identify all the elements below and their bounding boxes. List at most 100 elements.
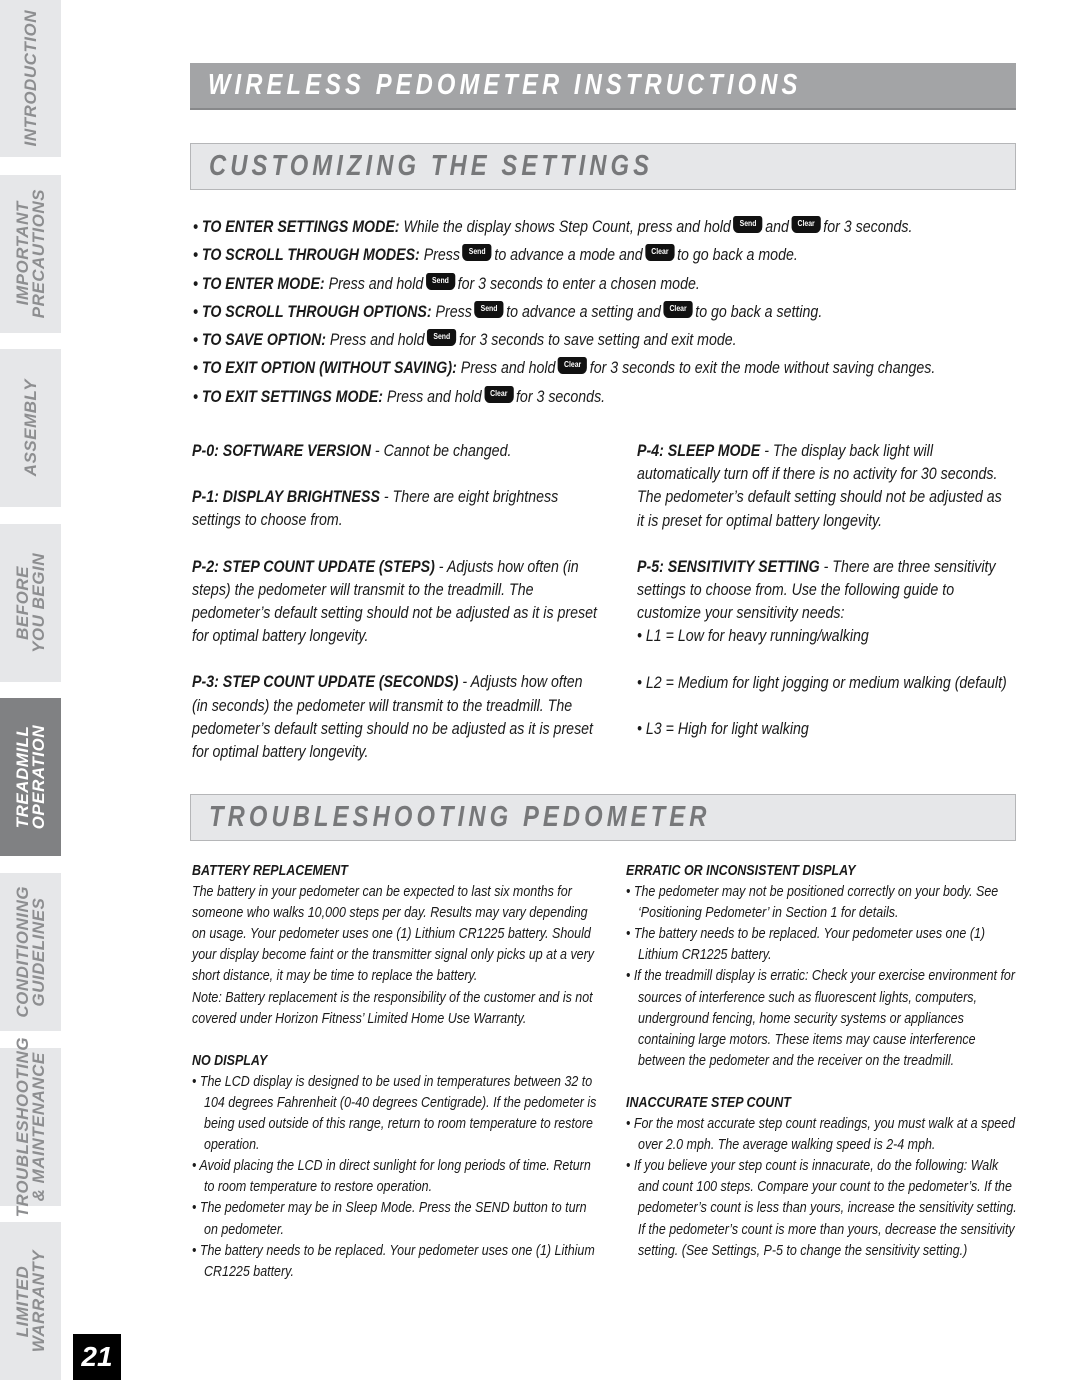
instruction-text: to advance a mode and — [494, 246, 643, 265]
clear-key-icon: Clear — [557, 357, 588, 375]
clear-key-icon: Clear — [484, 385, 514, 403]
instruction-text: While the display shows Step Count, pres… — [399, 218, 731, 236]
inaccurate-bullet: • If you believe your step count is inna… — [626, 1158, 1017, 1259]
instruction-text: for 3 seconds to exit the mode without s… — [589, 359, 936, 378]
instruction-text: Press — [419, 246, 460, 265]
instruction-label: • TO SCROLL THROUGH OPTIONS: — [193, 302, 432, 321]
instruction-text: for 3 seconds to save setting and exit m… — [458, 331, 737, 350]
setting-p3: P-3: STEP COUNT UPDATE (SECONDS) - Adjus… — [192, 671, 601, 764]
instruction-item: • TO SCROLL THROUGH OPTIONS: Press Send to… — [193, 299, 898, 327]
troubleshooting-column-right: ERRATIC OR INCONSISTENT DISPLAY • The pe… — [626, 861, 1018, 1262]
setting-code: P-2: STEP COUNT UPDATE (STEPS) — [192, 557, 435, 576]
setting-p1: P-1: DISPLAY BRIGHTNESS - There are eigh… — [192, 486, 601, 532]
settings-column-left: P-0: SOFTWARE VERSION - Cannot be change… — [192, 440, 602, 787]
section-heading-customizing: CUSTOMIZING THE SETTINGS — [190, 143, 1016, 190]
sensitivity-level: • L3 = High for light walking — [637, 719, 809, 738]
erratic-bullet: • The pedometer may not be positioned co… — [626, 884, 999, 922]
tab-label: TREADMILL OPERATION — [12, 724, 48, 830]
no-display-bullet: • The pedometer may be in Sleep Mode. Pr… — [192, 1200, 587, 1238]
setting-p4: P-4: SLEEP MODE - The display back light… — [637, 440, 1011, 533]
battery-note: Note: Battery replacement is the respons… — [192, 989, 593, 1027]
no-display-heading: NO DISPLAY — [192, 1052, 268, 1069]
instruction-item: • TO EXIT SETTINGS MODE: Press and hold C… — [193, 384, 898, 412]
no-display-bullet: • Avoid placing the LCD in direct sunlig… — [192, 1158, 591, 1196]
tab-before-you-begin[interactable]: BEFORE YOU BEGIN — [0, 524, 61, 682]
tab-conditioning-guidelines[interactable]: CONDITIONING GUIDELINES — [0, 873, 61, 1031]
section-title: TROUBLESHOOTING PEDOMETER — [209, 801, 711, 833]
setting-code: P-5: SENSITIVITY SETTING — [637, 557, 820, 576]
instruction-item: • TO SCROLL THROUGH MODES: Press Send to a… — [193, 242, 898, 270]
instruction-text: to advance a setting and — [506, 302, 661, 321]
instruction-label: • TO ENTER MODE: — [193, 274, 325, 293]
setting-code: P-4: SLEEP MODE — [637, 442, 761, 460]
setting-code: P-3: STEP COUNT UPDATE (SECONDS) — [192, 673, 459, 692]
tab-label: ASSEMBLY — [20, 379, 40, 477]
instruction-label: • TO SAVE OPTION: — [193, 331, 326, 350]
settings-column-right: P-4: SLEEP MODE - The display back light… — [637, 440, 1012, 764]
section-title: CUSTOMIZING THE SETTINGS — [209, 150, 654, 182]
tab-important-precautions[interactable]: IMPORTANT PRECAUTIONS — [0, 175, 61, 333]
instruction-text: Press and hold — [324, 274, 424, 293]
setting-code: P-1: DISPLAY BRIGHTNESS — [192, 488, 380, 507]
sensitivity-level: • L1 = Low for heavy running/walking — [637, 627, 869, 646]
inaccurate-bullet: • For the most accurate step count readi… — [626, 1116, 1016, 1154]
tab-label: IMPORTANT PRECAUTIONS — [12, 189, 48, 319]
instruction-text: Press and hold — [325, 331, 425, 350]
battery-heading: BATTERY REPLACEMENT — [192, 863, 348, 879]
tab-label: LIMITED WARRANTY — [12, 1249, 48, 1353]
tab-label: BEFORE YOU BEGIN — [12, 553, 48, 653]
instruction-text: for 3 seconds to enter a chosen mode. — [457, 274, 700, 293]
instruction-label: • TO EXIT SETTINGS MODE: — [193, 387, 383, 406]
no-display-bullet: • The battery needs to be replaced. Your… — [192, 1242, 595, 1280]
clear-key-icon: Clear — [791, 216, 821, 233]
setting-code: P-0: SOFTWARE VERSION — [192, 442, 371, 460]
tab-limited-warranty[interactable]: LIMITED WARRANTY — [0, 1222, 61, 1380]
instruction-list: • TO ENTER SETTINGS MODE: While the disp… — [193, 214, 1013, 412]
instruction-label: • TO EXIT OPTION (WITHOUT SAVING): — [193, 359, 457, 378]
instruction-item: • TO EXIT OPTION (WITHOUT SAVING): Press… — [193, 355, 935, 383]
instruction-text: Press and hold — [382, 387, 482, 406]
troubleshooting-column-left: BATTERY REPLACEMENT The battery in your … — [192, 861, 602, 1283]
page-number: 21 — [73, 1334, 121, 1380]
page-title: WIRELESS PEDOMETER INSTRUCTIONS — [208, 69, 802, 101]
instruction-item: • TO ENTER MODE: Press and hold Send for 3… — [193, 271, 898, 299]
send-key-icon: Send — [733, 216, 763, 233]
setting-p5: P-5: SENSITIVITY SETTING - There are thr… — [637, 556, 1011, 626]
setting-p2: P-2: STEP COUNT UPDATE (STEPS) - Adjusts… — [192, 556, 601, 649]
instruction-text: Press — [431, 302, 472, 321]
erratic-bullet: • If the treadmill display is erratic: C… — [626, 968, 1016, 1069]
instruction-item: • TO SAVE OPTION: Press and hold Send for … — [193, 327, 898, 355]
send-key-icon: Send — [427, 329, 457, 347]
tab-label: TROUBLESHOOTING & MAINTENANCE — [12, 1036, 48, 1218]
sensitivity-level: • L2 = Medium for light jogging or mediu… — [637, 673, 1007, 692]
send-key-icon: Send — [425, 272, 456, 290]
instruction-label: • TO ENTER SETTINGS MODE: — [193, 218, 400, 236]
erratic-heading: ERRATIC OR INCONSISTENT DISPLAY — [626, 863, 856, 879]
instruction-text: and — [765, 218, 789, 236]
setting-p0: P-0: SOFTWARE VERSION - Cannot be change… — [192, 440, 601, 463]
section-heading-troubleshooting: TROUBLESHOOTING PEDOMETER — [190, 794, 1016, 841]
no-display-bullet: • The LCD display is designed to be used… — [192, 1073, 597, 1154]
tab-label: CONDITIONING GUIDELINES — [12, 886, 48, 1018]
inaccurate-heading: INACCURATE STEP COUNT — [626, 1094, 791, 1111]
instruction-label: • TO SCROLL THROUGH MODES: — [193, 246, 420, 265]
tab-label: INTRODUCTION — [20, 10, 40, 147]
instruction-text: for 3 seconds. — [823, 218, 913, 236]
battery-body: The battery in your pedometer can be exp… — [192, 884, 595, 985]
setting-desc: - Cannot be changed. — [370, 442, 512, 460]
instruction-item: • TO ENTER SETTINGS MODE: While the disp… — [193, 214, 912, 242]
tab-treadmill-operation[interactable]: TREADMILL OPERATION — [0, 698, 61, 856]
send-key-icon: Send — [462, 244, 492, 262]
send-key-icon: Send — [474, 300, 504, 318]
erratic-bullet: • The battery needs to be replaced. Your… — [626, 926, 986, 964]
page-title-banner: WIRELESS PEDOMETER INSTRUCTIONS — [190, 63, 1016, 110]
clear-key-icon: Clear — [645, 244, 675, 262]
clear-key-icon: Clear — [663, 300, 693, 318]
tab-introduction[interactable]: INTRODUCTION — [0, 0, 61, 157]
instruction-text: to go back a setting. — [695, 302, 823, 321]
instruction-text: for 3 seconds. — [515, 387, 606, 406]
instruction-text: Press and hold — [456, 359, 556, 378]
tab-troubleshooting-maintenance[interactable]: TROUBLESHOOTING & MAINTENANCE — [0, 1037, 61, 1217]
instruction-text: to go back a mode. — [677, 246, 798, 265]
tab-assembly[interactable]: ASSEMBLY — [0, 349, 61, 507]
